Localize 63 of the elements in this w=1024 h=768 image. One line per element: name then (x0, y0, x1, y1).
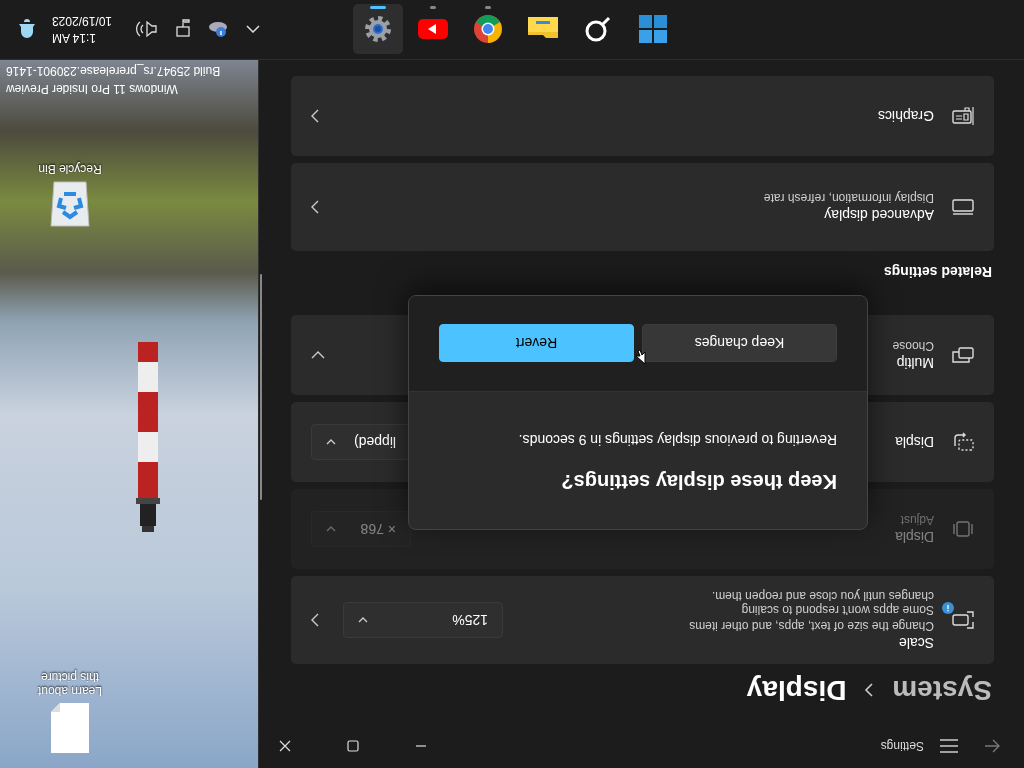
chevron-up-icon[interactable] (246, 25, 261, 34)
back-arrow-icon[interactable] (984, 739, 1000, 753)
chevron-right-icon (864, 682, 875, 698)
monitor-icon (952, 199, 974, 215)
bell-icon[interactable] (18, 19, 36, 40)
setting-description: Choose (892, 339, 934, 353)
setting-card[interactable]: Scale Change the size of text, apps, and other items Some apps won't respond to scaling changes until you close and reopen them. 125% (291, 576, 994, 664)
setting-title: Scale (897, 635, 934, 651)
recycle-bin-icon[interactable] (49, 180, 91, 228)
watermark-text: Windows 11 Pro Insider Preview (6, 82, 178, 96)
chevron-right-icon[interactable] (311, 613, 319, 627)
browser-icon (474, 15, 502, 43)
setting-title: Graphics (877, 108, 934, 124)
chevron-down-icon (326, 439, 336, 445)
setting-card[interactable]: Graphics (291, 76, 994, 156)
chevron-right-icon[interactable] (311, 109, 319, 123)
dialog-title: Keep these display settings? (560, 470, 837, 493)
setting-description: Display information, refresh rate (763, 191, 934, 205)
menu-icon[interactable] (940, 739, 958, 753)
watermark-text: Build 25947.rs_prerelease.230901-1416 (6, 64, 221, 78)
dialog-message: Reverting to previous display settings in 9 seconds. (517, 432, 837, 448)
play-button-icon (418, 19, 448, 39)
graphics-card-icon (952, 106, 974, 126)
running-indicator (370, 6, 386, 9)
setting-title: Displa (895, 434, 934, 450)
scale-dropdown[interactable]: 125% (343, 602, 503, 638)
rotate-screen-icon (952, 432, 974, 452)
setting-title: Multip (895, 355, 934, 371)
scale-icon (952, 610, 974, 630)
desktop-icon-label[interactable]: Recycle Bin (30, 162, 110, 176)
secondary-button[interactable]: Keep changes (642, 324, 837, 363)
maximize-icon[interactable] (347, 740, 359, 752)
chevron-down-icon (358, 617, 368, 623)
close-icon[interactable] (279, 740, 291, 752)
mouse-pointer-icon (636, 349, 646, 365)
scrollbar[interactable] (260, 274, 262, 500)
setting-title: Displa (895, 529, 934, 545)
resize-icon (952, 520, 974, 538)
setting-title: Advanced display (823, 207, 934, 223)
settings-icon (364, 15, 392, 43)
dropdown[interactable]: lipped) (311, 424, 411, 460)
window-title: Settings (880, 739, 924, 753)
breadcrumb-item: Display (746, 674, 847, 706)
info-note: Some apps won't respond to scaling changes until you close and reopen them. (710, 589, 934, 617)
primary-button[interactable]: Revert (439, 324, 634, 363)
chevron-down-icon (326, 526, 336, 532)
chevron-down-icon[interactable] (311, 351, 325, 359)
info-icon (942, 602, 954, 614)
volume-icon[interactable] (134, 20, 159, 39)
setting-description: Change the size of text, apps, and other items (689, 619, 934, 633)
multiple-displays-icon (952, 346, 974, 364)
search-icon (585, 16, 611, 42)
running-indicator (485, 6, 491, 9)
setting-description: Adjust (899, 513, 934, 527)
section-heading: Related settings (882, 264, 992, 280)
running-indicator (430, 6, 436, 9)
windows-logo-icon (639, 15, 667, 43)
network-icon[interactable] (174, 19, 193, 40)
clock[interactable]: 1:14 AM 10/19/2023 (52, 14, 113, 45)
breadcrumb-item[interactable]: System (892, 674, 992, 706)
folder-icon (528, 17, 558, 41)
setting-card[interactable]: Advanced display Display information, refresh rate (291, 163, 994, 251)
chevron-right-icon[interactable] (311, 200, 319, 214)
